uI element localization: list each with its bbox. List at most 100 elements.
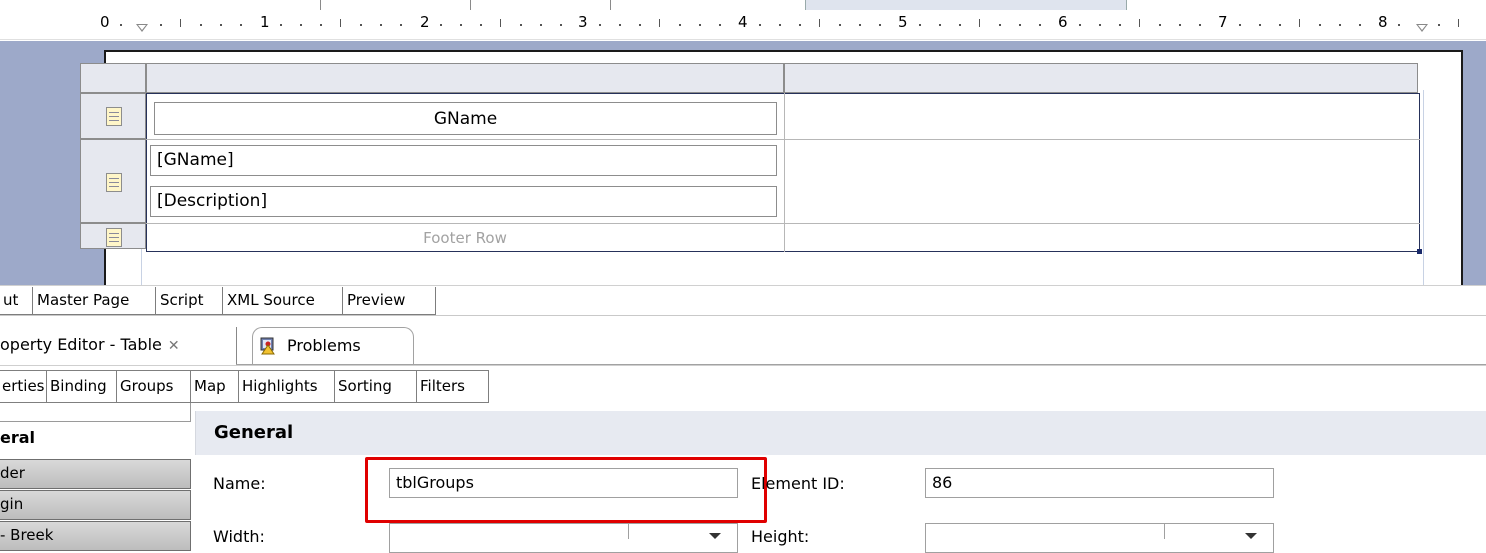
ruler-tick (439, 24, 442, 26)
view-tab-bar: operty Editor - Table ✕ Problems (0, 315, 1486, 366)
section-margin[interactable]: gin (0, 490, 191, 520)
ruler-tick (999, 24, 1001, 26)
detail-row-grip[interactable] (80, 139, 146, 223)
editor-top-strip (0, 0, 1486, 10)
selected-file-tab[interactable] (805, 0, 1127, 10)
ruler-tick (1138, 19, 1140, 27)
ruler-tick (479, 24, 482, 26)
ruler-tick (299, 24, 302, 26)
ruler-tick (799, 24, 802, 26)
ruler-number: 4 (738, 13, 748, 31)
tab-map-label: Map (194, 377, 226, 395)
ruler-tick (319, 24, 322, 26)
tab-groups[interactable]: Groups (116, 370, 198, 403)
element-id-input[interactable]: 86 (925, 468, 1274, 498)
tab-groups-label: Groups (120, 377, 174, 395)
tab-problems[interactable]: Problems (252, 327, 414, 366)
ruler-tick (839, 24, 842, 26)
name-label-text: Name: (213, 474, 266, 493)
tab-xml-source[interactable]: XML Source (222, 287, 352, 315)
ruler-tick (399, 24, 402, 26)
tab-layout-label: ut (3, 291, 19, 309)
ruler-tick (599, 24, 602, 26)
ruler-tick (1278, 24, 1281, 26)
ruler-tick (1198, 24, 1201, 26)
ruler-tick (240, 24, 242, 26)
ruler-tick (879, 24, 882, 26)
column-2-header-grip[interactable] (784, 63, 1418, 93)
editor-page-tabs: ut Master Page Script XML Source Preview (0, 285, 1486, 315)
table-corner-grip[interactable] (80, 63, 146, 93)
header-row-grip[interactable] (80, 93, 146, 139)
tab-highlights[interactable]: Highlights (238, 370, 342, 403)
tab-script[interactable]: Script (155, 287, 232, 315)
ruler-tick (1298, 19, 1300, 27)
tab-sorting[interactable]: Sorting (334, 370, 424, 403)
ruler-number: 5 (898, 13, 908, 31)
ruler-number: 6 (1058, 13, 1068, 31)
tab-filters[interactable]: Filters (416, 370, 489, 403)
tab-script-label: Script (160, 291, 204, 309)
highlight-box (365, 457, 767, 523)
tab-preview[interactable]: Preview (342, 287, 436, 315)
ruler-tick (499, 19, 501, 27)
right-indent-marker[interactable] (1416, 24, 1428, 32)
ruler-tick (779, 24, 782, 26)
ruler-tick (699, 24, 702, 26)
tab-master-page[interactable]: Master Page (32, 287, 165, 315)
header-label-cell[interactable]: GName (154, 102, 777, 135)
footer-row-grip[interactable] (80, 223, 146, 249)
detail-row-icon (106, 173, 122, 192)
height-input[interactable] (925, 523, 1274, 553)
header-row-icon (106, 107, 122, 126)
footer-row-label: Footer Row (423, 229, 507, 247)
footer-row-icon (106, 228, 122, 247)
section-general[interactable]: eral (0, 425, 190, 453)
tab-preview-label: Preview (347, 291, 406, 309)
width-input[interactable] (389, 523, 738, 553)
tab-divider (320, 0, 321, 10)
tab-problems-label: Problems (287, 336, 361, 355)
tab-property-editor-label: operty Editor - Table (0, 335, 162, 354)
ruler-tick (1318, 24, 1321, 26)
property-section-list: eral der gin - Breek (0, 403, 195, 551)
element-id-label: Element ID: (751, 474, 845, 493)
row-divider (146, 223, 1420, 224)
ruler-tick (639, 24, 642, 26)
ruler-tick (180, 19, 181, 27)
tab-property-editor[interactable]: operty Editor - Table ✕ (0, 327, 237, 365)
ruler-tick (120, 24, 122, 26)
ruler-tick (719, 24, 722, 26)
chevron-down-icon[interactable] (1245, 533, 1257, 539)
tab-filters-label: Filters (420, 377, 465, 395)
data-field-description[interactable]: [Description] (150, 186, 777, 217)
section-border[interactable]: der (0, 459, 191, 489)
ruler-number: 0 (100, 13, 110, 31)
ruler-tick (1078, 24, 1081, 26)
tab-binding[interactable]: Binding (46, 370, 124, 403)
ruler-tick (1019, 24, 1021, 26)
ruler-tick (559, 24, 562, 26)
section-page-break[interactable]: - Breek (0, 521, 191, 551)
resize-handle[interactable] (1417, 249, 1422, 254)
property-category-tabs: erties Binding Groups Map Highlights Sor… (0, 365, 1486, 403)
row-divider (146, 139, 1420, 140)
height-label: Height: (751, 527, 810, 546)
ruler-number: 7 (1218, 13, 1228, 31)
ruler-tick (859, 24, 862, 26)
ruler-tick (679, 24, 682, 26)
data-field-gname[interactable]: [GName] (150, 145, 777, 176)
column-1-header-grip[interactable] (146, 63, 784, 93)
section-heading: General (195, 411, 1486, 455)
ruler-tick (1238, 24, 1241, 26)
ruler-tick (959, 24, 961, 26)
unit-separator (628, 524, 629, 539)
ruler-tick (459, 24, 462, 26)
ruler-tick (160, 24, 162, 26)
general-properties-panel: General Name: tblGroups Element ID: 86 W… (195, 403, 1486, 553)
chevron-down-icon[interactable] (709, 533, 721, 539)
close-icon[interactable]: ✕ (168, 338, 180, 354)
tab-divider (470, 0, 471, 10)
left-indent-marker[interactable] (136, 24, 148, 32)
tab-divider (610, 0, 611, 10)
